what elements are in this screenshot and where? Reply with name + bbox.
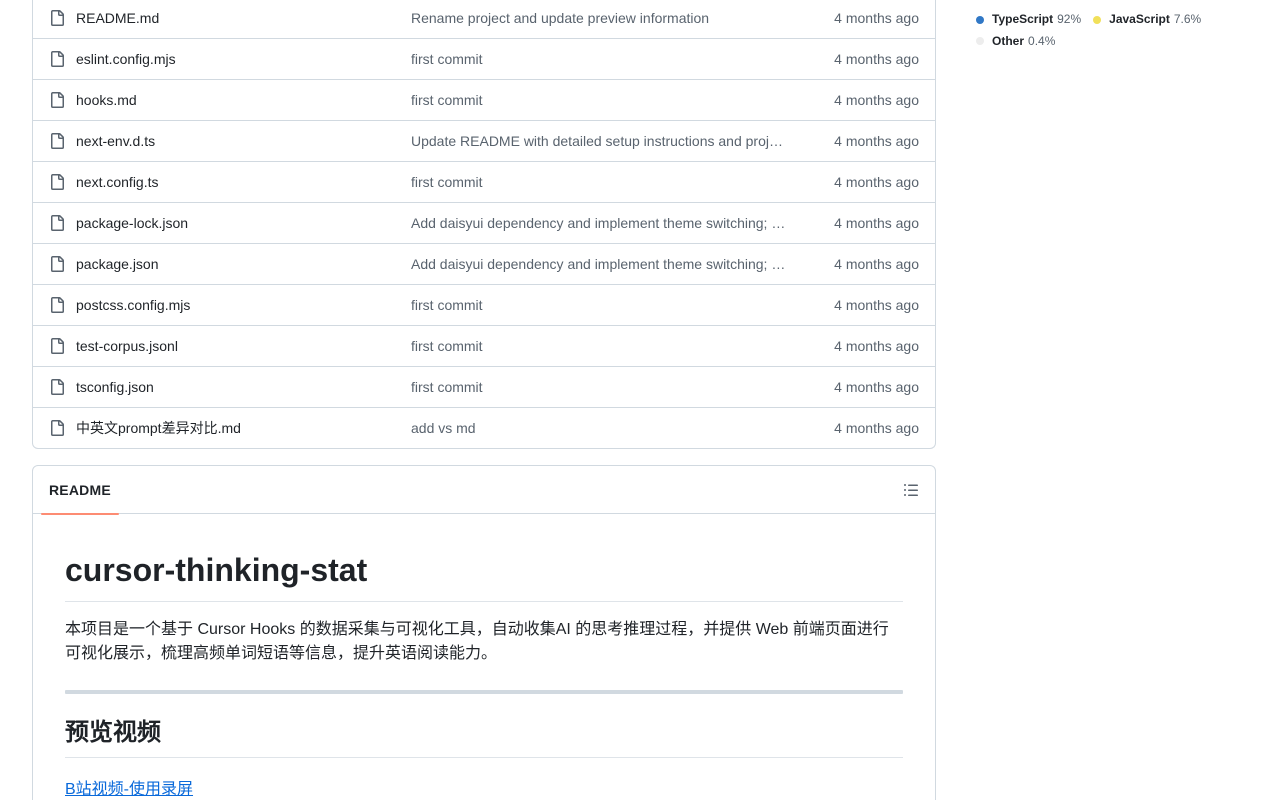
file-icon xyxy=(49,51,65,67)
file-row: package-lock.json Add daisyui dependency … xyxy=(33,202,935,243)
commit-message-link[interactable]: Update README with detailed setup instru… xyxy=(411,133,801,149)
file-icon xyxy=(49,174,65,190)
file-icon xyxy=(49,256,65,272)
language-item[interactable]: JavaScript 7.6% xyxy=(1093,9,1201,30)
language-item[interactable]: Other 0.4% xyxy=(976,31,1055,52)
commit-date: 4 months ago xyxy=(834,174,919,190)
commit-date: 4 months ago xyxy=(834,133,919,149)
file-name-link[interactable]: next-env.d.ts xyxy=(76,133,396,149)
commit-message-link[interactable]: Rename project and update preview inform… xyxy=(411,10,801,26)
file-name-link[interactable]: 中英文prompt差异对比.md xyxy=(76,418,396,438)
file-name-link[interactable]: package.json xyxy=(76,256,396,272)
file-icon xyxy=(49,297,65,313)
file-icon xyxy=(49,420,65,436)
file-row: README.md Rename project and update previ… xyxy=(33,0,935,38)
readme-content: cursor-thinking-stat 本项目是一个基于 Cursor Hoo… xyxy=(33,550,935,799)
file-icon xyxy=(49,215,65,231)
file-row: next-env.d.ts Update README with detailed… xyxy=(33,120,935,161)
language-percent: 0.4% xyxy=(1028,33,1056,48)
file-icon xyxy=(49,10,65,26)
commit-message-link[interactable]: add vs md xyxy=(411,420,801,436)
file-name-link[interactable]: postcss.config.mjs xyxy=(76,297,396,313)
languages-list: TypeScript 92% JavaScript 7.6% Other 0.4% xyxy=(976,9,1256,52)
file-row: tsconfig.json first commit 4 months ago xyxy=(33,366,935,407)
file-name-link[interactable]: hooks.md xyxy=(76,92,396,108)
commit-date: 4 months ago xyxy=(834,379,919,395)
file-name-link[interactable]: eslint.config.mjs xyxy=(76,51,396,67)
file-icon xyxy=(49,338,65,354)
commit-message-link[interactable]: first commit xyxy=(411,297,801,313)
list-unordered-icon[interactable] xyxy=(903,482,919,498)
file-name-link[interactable]: tsconfig.json xyxy=(76,379,396,395)
readme-title: cursor-thinking-stat xyxy=(65,550,903,602)
file-row: next.config.ts first commit 4 months ago xyxy=(33,161,935,202)
commit-message-link[interactable]: first commit xyxy=(411,379,801,395)
commit-date: 4 months ago xyxy=(834,51,919,67)
file-row: test-corpus.jsonl first commit 4 months ag… xyxy=(33,325,935,366)
commit-date: 4 months ago xyxy=(834,297,919,313)
commit-date: 4 months ago xyxy=(834,420,919,436)
file-row: postcss.config.mjs first commit 4 months a… xyxy=(33,284,935,325)
commit-date: 4 months ago xyxy=(834,256,919,272)
language-percent: 7.6% xyxy=(1173,12,1202,26)
commit-message-link[interactable]: first commit xyxy=(411,174,801,190)
file-icon xyxy=(49,92,65,108)
file-row: eslint.config.mjs first commit 4 months ag… xyxy=(33,38,935,79)
commit-message-link[interactable]: first commit xyxy=(411,51,801,67)
commit-date: 4 months ago xyxy=(834,215,919,231)
file-row: 中英文prompt差异对比.md add vs md 4 months ago xyxy=(33,407,935,448)
file-row: package.json Add daisyui dependency and i… xyxy=(33,243,935,284)
divider xyxy=(65,690,903,694)
language-name: JavaScript xyxy=(1109,12,1170,26)
video-link[interactable]: B站视频-使用录屏 xyxy=(65,775,193,799)
file-list: README.md Rename project and update previ… xyxy=(32,0,936,449)
language-color-dot xyxy=(976,37,984,45)
commit-message-link[interactable]: Add daisyui dependency and implement the… xyxy=(411,215,801,231)
language-name: TypeScript xyxy=(992,12,1054,26)
file-icon xyxy=(49,133,65,149)
commit-message-link[interactable]: first commit xyxy=(411,92,801,108)
readme-tab[interactable]: README xyxy=(41,466,119,515)
commit-date: 4 months ago xyxy=(834,10,919,26)
file-row: hooks.md first commit 4 months ago xyxy=(33,79,935,120)
language-color-dot xyxy=(1093,15,1102,24)
readme-header: README xyxy=(33,466,935,515)
file-name-link[interactable]: test-corpus.jsonl xyxy=(76,338,396,354)
language-item[interactable]: TypeScript 92% xyxy=(976,9,1081,30)
file-name-link[interactable]: README.md xyxy=(76,10,396,26)
language-color-dot xyxy=(976,15,984,24)
commit-date: 4 months ago xyxy=(834,92,919,108)
file-name-link[interactable]: next.config.ts xyxy=(76,174,396,190)
file-icon xyxy=(49,379,65,395)
language-percent: 92% xyxy=(1057,12,1082,26)
file-name-link[interactable]: package-lock.json xyxy=(76,215,396,231)
readme-panel: README cursor-thinking-stat 本项目是一个基于 Cur… xyxy=(32,465,936,800)
commit-message-link[interactable]: Add daisyui dependency and implement the… xyxy=(411,256,801,272)
commit-date: 4 months ago xyxy=(834,338,919,354)
section-heading: 预览视频 xyxy=(65,718,903,758)
commit-message-link[interactable]: first commit xyxy=(411,338,801,354)
language-name: Other xyxy=(992,33,1025,48)
readme-description: 本项目是一个基于 Cursor Hooks 的数据采集与可视化工具，自动收集AI… xyxy=(65,621,889,662)
